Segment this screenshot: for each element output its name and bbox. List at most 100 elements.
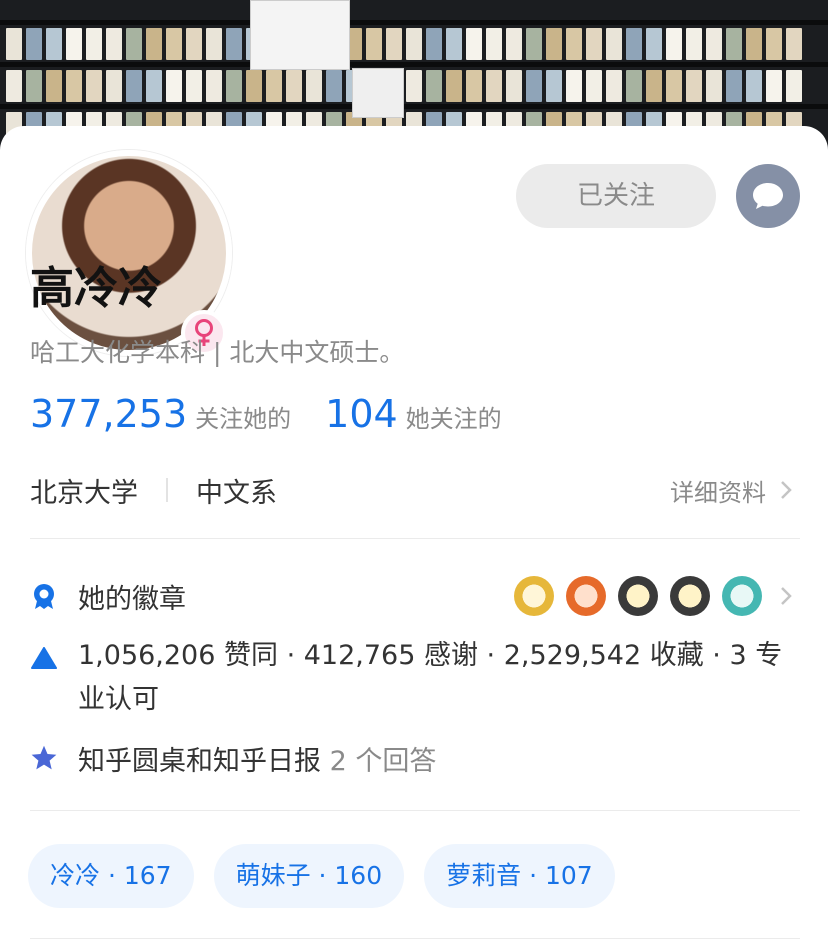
book-spine	[306, 70, 322, 102]
tag-list: 冷冷 · 167 萌妹子 · 160 萝莉音 · 107	[28, 844, 615, 908]
chevron-right-icon	[781, 481, 792, 499]
book-spine	[706, 70, 722, 102]
book-spine	[126, 70, 142, 102]
book-spine	[326, 70, 342, 102]
follow-stats: 377,253 关注她的 104 她关注的	[30, 392, 536, 442]
divider	[30, 538, 800, 539]
book-spine	[746, 28, 762, 60]
book-spine	[506, 70, 522, 102]
star-icon	[30, 744, 58, 772]
divider	[30, 810, 800, 811]
book-spine	[466, 70, 482, 102]
roundtable-label: 知乎圆桌和知乎日报 2 个回答	[78, 739, 436, 778]
book-spine	[486, 70, 502, 102]
book-spine	[66, 28, 82, 60]
detail-profile-link[interactable]: 详细资料	[670, 470, 792, 510]
following-count[interactable]: 104	[325, 392, 398, 436]
book-spine	[46, 70, 62, 102]
medal-icon	[30, 582, 58, 610]
book-spine	[646, 28, 662, 60]
tag-item[interactable]: 冷冷 · 167	[28, 844, 194, 908]
book-spine	[586, 70, 602, 102]
book-spine	[726, 70, 742, 102]
book-spine	[606, 28, 622, 60]
badges-row[interactable]: 她的徽章	[30, 576, 186, 616]
following-label[interactable]: 她关注的	[406, 399, 502, 434]
book-spine	[626, 70, 642, 102]
book-spine	[186, 70, 202, 102]
tag-item[interactable]: 萝莉音 · 107	[424, 844, 615, 908]
shelf-sign	[250, 0, 350, 70]
book-spine	[446, 28, 462, 60]
book-spine	[666, 70, 682, 102]
badge-5-icon	[722, 576, 762, 616]
book-spine	[786, 70, 802, 102]
book-spine	[86, 70, 102, 102]
detail-profile-label: 详细资料	[670, 478, 766, 507]
book-spine	[386, 28, 402, 60]
badges-label: 她的徽章	[78, 583, 186, 615]
shelf-sign	[352, 68, 404, 118]
tag-item[interactable]: 萌妹子 · 160	[213, 844, 405, 908]
book-spine	[166, 70, 182, 102]
book-spine	[426, 70, 442, 102]
book-spine	[566, 28, 582, 60]
book-spine	[726, 28, 742, 60]
book-spine	[206, 28, 222, 60]
book-spine	[26, 70, 42, 102]
book-spine	[166, 28, 182, 60]
book-spine	[566, 70, 582, 102]
book-spine	[246, 70, 262, 102]
divider	[30, 938, 800, 939]
badge-2-icon	[566, 576, 606, 616]
badge-list[interactable]	[514, 576, 792, 616]
followers-count[interactable]: 377,253	[30, 392, 187, 436]
book-spine	[66, 70, 82, 102]
book-spine	[186, 28, 202, 60]
bookshelf-row	[0, 66, 828, 104]
roundtable-row[interactable]: 知乎圆桌和知乎日报 2 个回答	[30, 738, 436, 778]
book-spine	[6, 28, 22, 60]
school-name: 北京大学	[30, 477, 138, 509]
message-button[interactable]	[736, 164, 800, 228]
book-spine	[426, 28, 442, 60]
book-spine	[266, 70, 282, 102]
profile-bio: 哈工大化学本科 | 北大中文硕士。	[30, 338, 405, 367]
education-info: 北京大学 中文系	[30, 470, 277, 510]
book-spine	[206, 70, 222, 102]
achievements-icon-row	[30, 638, 58, 678]
roundtable-title: 知乎圆桌和知乎日报	[78, 745, 321, 777]
book-spine	[46, 28, 62, 60]
book-spine	[406, 70, 422, 102]
book-spine	[686, 70, 702, 102]
book-spine	[286, 70, 302, 102]
book-spine	[506, 28, 522, 60]
book-spine	[6, 70, 22, 102]
book-spine	[366, 28, 382, 60]
book-spine	[446, 70, 462, 102]
book-spine	[526, 28, 542, 60]
profile-card: 已关注 高冷冷 哈工大化学本科 | 北大中文硕士。 377,253 关注她的 1…	[0, 126, 828, 942]
badge-3-icon	[618, 576, 658, 616]
book-spine	[106, 70, 122, 102]
book-spine	[786, 28, 802, 60]
book-spine	[626, 28, 642, 60]
book-spine	[126, 28, 142, 60]
divider	[166, 478, 168, 502]
book-spine	[666, 28, 682, 60]
book-spine	[646, 70, 662, 102]
book-spine	[106, 28, 122, 60]
book-spine	[226, 70, 242, 102]
book-spine	[706, 28, 722, 60]
book-spine	[746, 70, 762, 102]
followed-button[interactable]: 已关注	[516, 164, 716, 228]
book-spine	[406, 28, 422, 60]
badge-1-icon	[514, 576, 554, 616]
triangle-up-icon	[30, 644, 58, 672]
followers-label[interactable]: 关注她的	[195, 399, 291, 434]
major-name: 中文系	[196, 477, 277, 509]
book-spine	[146, 70, 162, 102]
book-spine	[526, 70, 542, 102]
profile-name: 高冷冷	[30, 263, 162, 314]
bookshelf-row	[0, 24, 828, 62]
